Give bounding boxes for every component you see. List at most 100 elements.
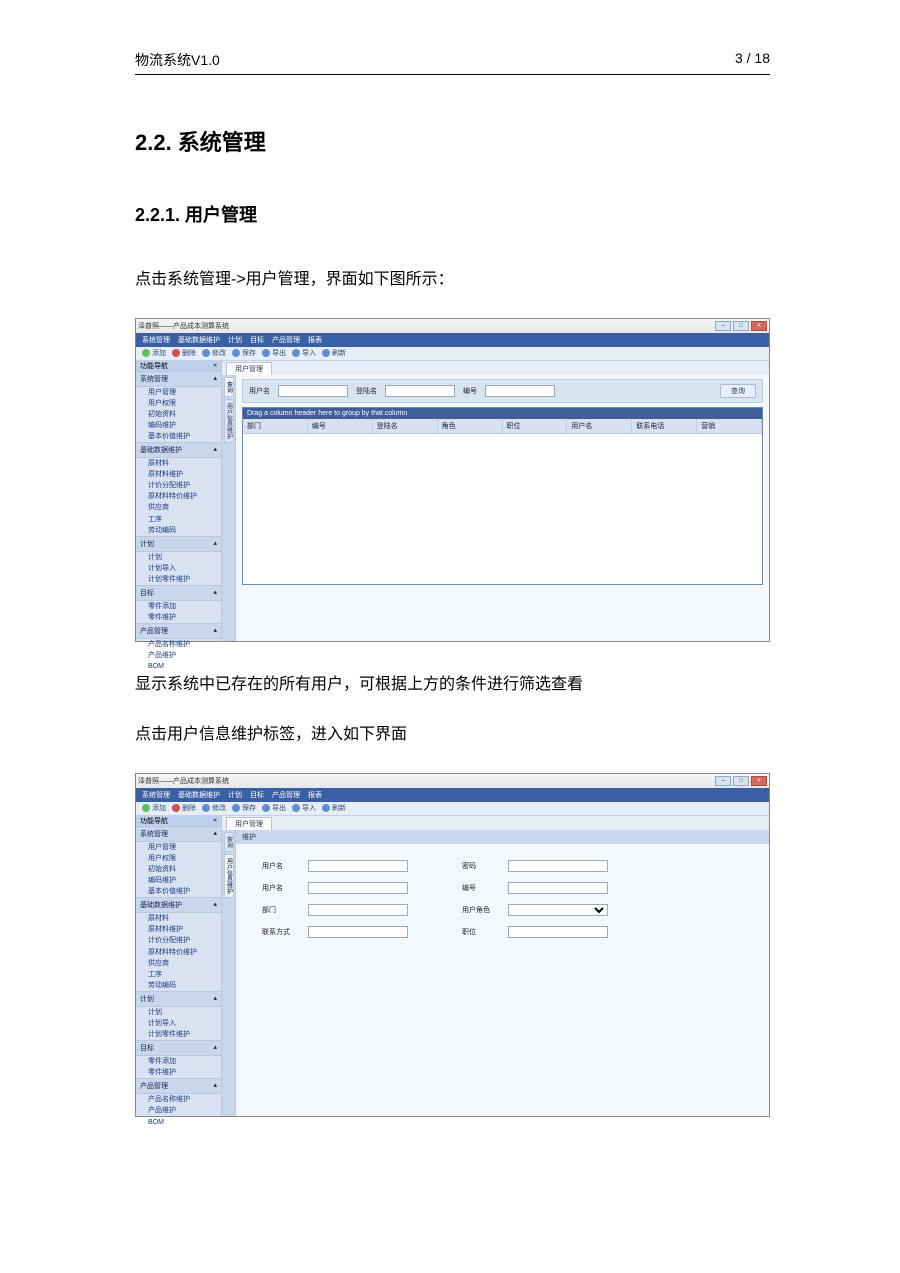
nav-item[interactable]: 原材料 (136, 913, 221, 924)
nav-group-title[interactable]: 产品管理▴ (136, 1078, 221, 1094)
nav-item[interactable]: 计价分配维护 (136, 480, 221, 491)
nav-item[interactable]: 基本价值维护 (136, 886, 221, 897)
add-button[interactable]: 添加 (142, 803, 166, 813)
grid-column-header[interactable]: 编号 (308, 419, 373, 433)
menu-item[interactable]: 报表 (308, 790, 322, 800)
nav-item[interactable]: 产品维护 (136, 650, 221, 661)
nav-item[interactable]: 计划零件维护 (136, 574, 221, 585)
nav-item[interactable]: 用户管理 (136, 387, 221, 398)
nav-group-title[interactable]: 系统管理▴ (136, 371, 221, 387)
minimize-button[interactable]: – (715, 776, 731, 786)
nav-item[interactable]: 原材料维护 (136, 469, 221, 480)
delete-button[interactable]: 删除 (172, 803, 196, 813)
save-button[interactable]: 保存 (232, 348, 256, 358)
contact-input[interactable] (308, 926, 408, 938)
nav-group-title[interactable]: 产品管理▴ (136, 623, 221, 639)
nav-item[interactable]: 零件维护 (136, 1067, 221, 1078)
edit-button[interactable]: 修改 (202, 348, 226, 358)
nav-item[interactable]: 计划零件维护 (136, 1029, 221, 1040)
nav-group-title[interactable]: 目标▴ (136, 585, 221, 601)
export-button[interactable]: 导出 (262, 348, 286, 358)
nav-group-title[interactable]: 基础数据维护▴ (136, 897, 221, 913)
menu-item[interactable]: 产品管理 (272, 335, 300, 345)
nav-item[interactable]: 零件添加 (136, 1056, 221, 1067)
grid-column-header[interactable]: 营销 (697, 419, 762, 433)
nav-item[interactable]: 用户权限 (136, 853, 221, 864)
nav-item[interactable]: 劳动编码 (136, 525, 221, 536)
menu-item[interactable]: 报表 (308, 335, 322, 345)
nav-item[interactable]: 计划 (136, 1007, 221, 1018)
grid-column-header[interactable]: 角色 (438, 419, 503, 433)
export-button[interactable]: 导出 (262, 803, 286, 813)
collapse-icon[interactable]: « (213, 362, 217, 369)
search-button[interactable]: 查询 (720, 384, 756, 398)
menu-item[interactable]: 系统管理 (142, 335, 170, 345)
menu-item[interactable]: 产品管理 (272, 790, 300, 800)
nav-item[interactable]: 计价分配维护 (136, 935, 221, 946)
nav-item[interactable]: 工序 (136, 969, 221, 980)
tab-user-management[interactable]: 用户管理 (226, 362, 272, 375)
nav-item[interactable]: 编码维护 (136, 875, 221, 886)
vtab-user-maintain[interactable]: 用户信息维护 (224, 854, 234, 898)
nav-group-title[interactable]: 计划▴ (136, 991, 221, 1007)
nav-item[interactable]: 原材料特价维护 (136, 491, 221, 502)
nav-group-title[interactable]: 系统管理▴ (136, 826, 221, 842)
nav-item[interactable]: 计划 (136, 552, 221, 563)
edit-button[interactable]: 修改 (202, 803, 226, 813)
filter-code-input[interactable] (485, 385, 555, 397)
nav-item[interactable]: 原材料特价维护 (136, 947, 221, 958)
position-input[interactable] (508, 926, 608, 938)
save-button[interactable]: 保存 (232, 803, 256, 813)
nav-item[interactable]: 产品维护 (136, 1105, 221, 1116)
nav-item[interactable]: 劳动编码 (136, 980, 221, 991)
nav-item[interactable]: 基本价值维护 (136, 431, 221, 442)
nav-item[interactable]: 供应商 (136, 502, 221, 513)
add-button[interactable]: 添加 (142, 348, 166, 358)
menu-item[interactable]: 计划 (228, 335, 242, 345)
grid-column-header[interactable]: 联系电话 (632, 419, 697, 433)
nav-item[interactable]: 零件维护 (136, 612, 221, 623)
nav-group-title[interactable]: 目标▴ (136, 1040, 221, 1056)
refresh-button[interactable]: 刷新 (322, 803, 346, 813)
collapse-icon[interactable]: « (213, 817, 217, 824)
password-input[interactable] (508, 860, 608, 872)
nav-item[interactable]: 零件添加 (136, 601, 221, 612)
close-button[interactable]: × (751, 776, 767, 786)
refresh-button[interactable]: 刷新 (322, 348, 346, 358)
nav-item[interactable]: 产品名称维护 (136, 639, 221, 650)
menu-item[interactable]: 计划 (228, 790, 242, 800)
vtab-query[interactable]: 查询 (224, 377, 234, 397)
grid-column-header[interactable]: 登陆名 (373, 419, 438, 433)
grid-column-header[interactable]: 用户名 (567, 419, 632, 433)
nav-item[interactable]: 原材料维护 (136, 924, 221, 935)
nav-item[interactable]: 原材料 (136, 458, 221, 469)
role-select[interactable] (508, 904, 608, 916)
nav-group-title[interactable]: 计划▴ (136, 536, 221, 552)
menu-item[interactable]: 目标 (250, 790, 264, 800)
nav-item[interactable]: 用户管理 (136, 842, 221, 853)
close-button[interactable]: × (751, 321, 767, 331)
minimize-button[interactable]: – (715, 321, 731, 331)
filter-user-input[interactable] (278, 385, 348, 397)
nav-item[interactable]: 初始资料 (136, 864, 221, 875)
grid-column-header[interactable]: 职位 (503, 419, 568, 433)
nav-item[interactable]: 计划导入 (136, 563, 221, 574)
menu-item[interactable]: 基础数据维护 (178, 790, 220, 800)
import-button[interactable]: 导入 (292, 803, 316, 813)
menu-item[interactable]: 基础数据维护 (178, 335, 220, 345)
menu-item[interactable]: 目标 (250, 335, 264, 345)
maximize-button[interactable]: □ (733, 321, 749, 331)
menu-item[interactable]: 系统管理 (142, 790, 170, 800)
nav-item[interactable]: 工序 (136, 514, 221, 525)
vtab-user-maintain[interactable]: 用户信息维护 (224, 399, 234, 443)
grid-column-header[interactable]: 部门 (243, 419, 308, 433)
maximize-button[interactable]: □ (733, 776, 749, 786)
nav-item[interactable]: 编码维护 (136, 420, 221, 431)
login-input[interactable] (308, 882, 408, 894)
vtab-query[interactable]: 查询 (224, 832, 234, 852)
nav-item[interactable]: BOM (136, 1117, 221, 1128)
nav-item[interactable]: 供应商 (136, 958, 221, 969)
user-input[interactable] (308, 860, 408, 872)
nav-item[interactable]: BOM (136, 661, 221, 672)
nav-item[interactable]: 产品名称维护 (136, 1094, 221, 1105)
